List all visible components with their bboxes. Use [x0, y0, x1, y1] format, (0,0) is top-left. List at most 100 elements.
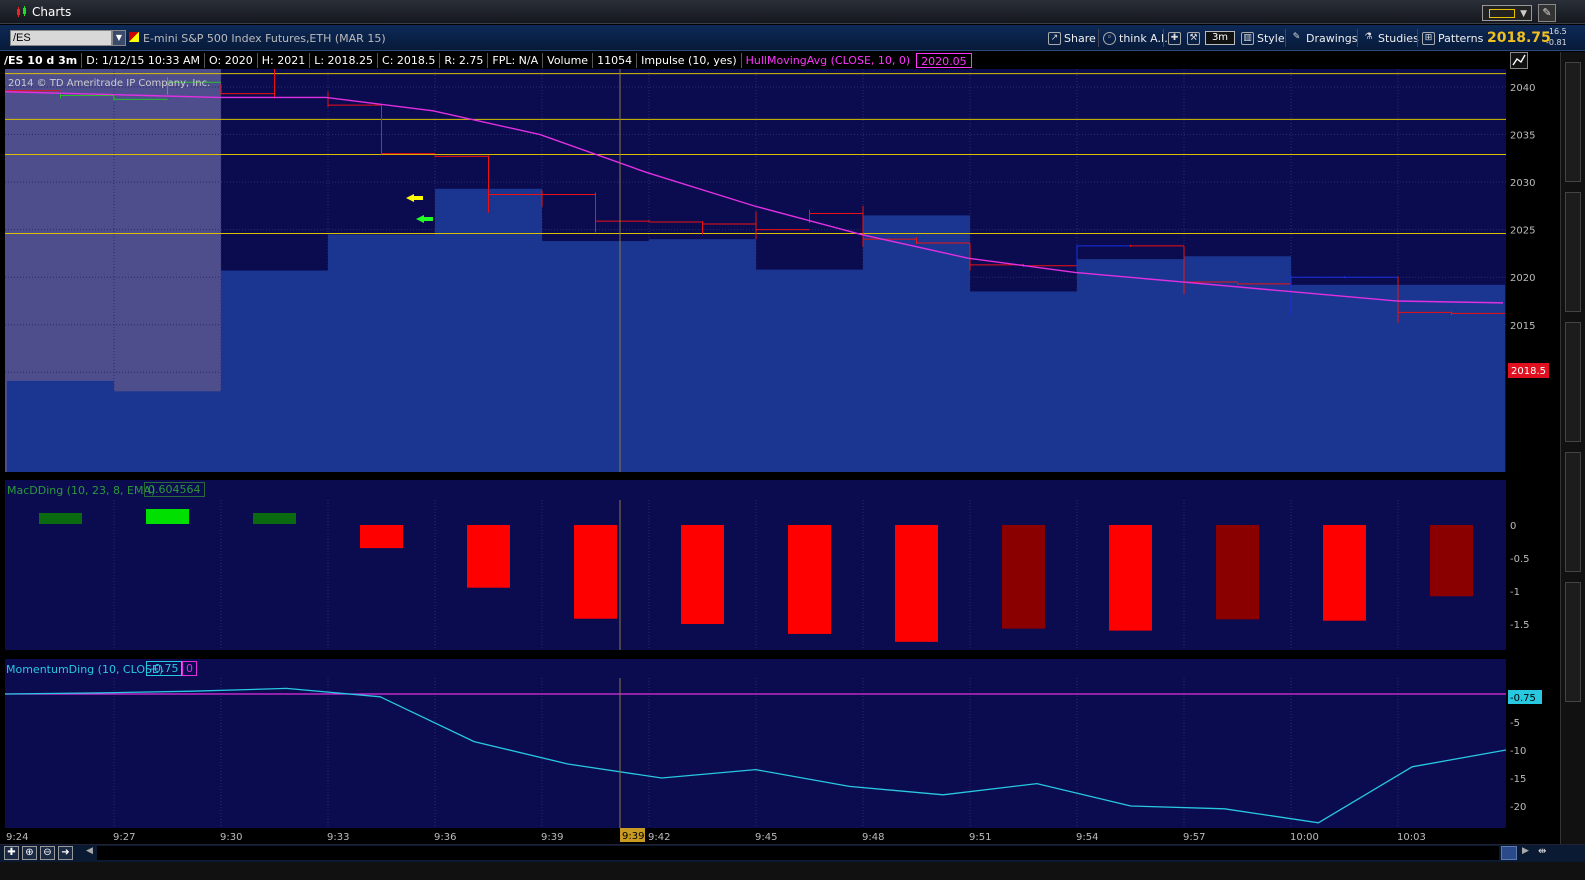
time-tick-label: 9:30: [220, 832, 242, 843]
style-label: Style: [1257, 31, 1285, 45]
charts-tab-label: Charts: [32, 5, 72, 19]
crosshair-icon: ✚: [1168, 31, 1181, 45]
status-strip: [0, 862, 1585, 880]
side-tab-5[interactable]: [1565, 582, 1581, 702]
momentum-header: MomentumDing (10, CLOSE) -0.75 0: [5, 659, 1506, 678]
macd-bar: [1109, 525, 1152, 631]
time-tick-label: 9:24: [6, 832, 28, 843]
info-symbol: /ES 10 d 3m: [0, 53, 83, 68]
style-button[interactable]: ▥ Style: [1238, 29, 1288, 47]
studies-button[interactable]: ⚗ Studies: [1359, 29, 1422, 47]
settings-button[interactable]: ⚒: [1184, 29, 1203, 47]
fit-chart-icon[interactable]: ⇹: [1538, 846, 1556, 860]
wrench-icon: ⚒: [1187, 31, 1200, 45]
macd-bar: [1430, 525, 1473, 597]
macd-bar: [360, 525, 403, 549]
momentum-tick-label: -10: [1510, 746, 1526, 757]
time-tick-label: 9:42: [648, 832, 670, 843]
info-impulse[interactable]: Impulse (10, yes): [637, 53, 742, 68]
patterns-label: Patterns: [1438, 31, 1484, 45]
time-tick-label: 9:48: [862, 832, 884, 843]
expand-icon[interactable]: ➜: [58, 846, 73, 860]
scroll-left-icon[interactable]: ◀: [86, 846, 96, 860]
style-icon: ▥: [1241, 31, 1254, 45]
volume-band-segment: [7, 380, 114, 472]
volume-band-segment: [1184, 256, 1291, 472]
color-selector[interactable]: ▼: [1482, 5, 1532, 21]
time-tick-label: 9:36: [434, 832, 456, 843]
info-date: D: 1/12/15 10:33 AM: [82, 53, 206, 68]
macd-panel[interactable]: 0 -0.5 -1 -1.5: [0, 500, 1560, 653]
magnify-icon[interactable]: ⊕: [22, 846, 37, 860]
macd-tick-label: -1: [1510, 587, 1520, 598]
zoom-out-icon[interactable]: ⊖: [40, 846, 55, 860]
info-hull[interactable]: HullMovingAvg (CLOSE, 10, 0): [742, 53, 915, 68]
volume-band-segment: [649, 239, 756, 472]
macd-tick-label: -0.5: [1510, 554, 1530, 565]
time-tick-label: 10:03: [1397, 832, 1426, 843]
info-low: L: 2018.25: [310, 53, 379, 68]
volume-band-segment: [328, 234, 435, 472]
time-tick-label: 9:27: [113, 832, 135, 843]
info-high: H: 2021: [258, 53, 311, 68]
side-tab-4[interactable]: [1565, 452, 1581, 572]
symbol-dropdown-button[interactable]: ▼: [112, 30, 126, 46]
aggregation-button[interactable]: 3m: [1205, 31, 1235, 45]
tools-button[interactable]: ✚: [1165, 29, 1184, 47]
drawings-label: Drawings: [1306, 31, 1358, 45]
drawings-button[interactable]: ✎ Drawings: [1287, 29, 1360, 47]
candlestick-icon: [16, 6, 28, 18]
current-price-marker: 2018.5: [1508, 363, 1549, 378]
patterns-button[interactable]: ⊞ Patterns: [1419, 29, 1486, 47]
scrollbar-thumb[interactable]: [1501, 846, 1517, 860]
time-tick-label: 9:51: [969, 832, 991, 843]
think-ai-button[interactable]: ◦ think A.I.: [1100, 29, 1171, 47]
macd-bar: [1216, 525, 1259, 620]
macd-bar: [1323, 525, 1366, 621]
macd-bar: [788, 525, 831, 634]
price-y-axis: 205020452040203520302025202020152010: [1506, 69, 1560, 472]
macd-header: MacDDing (10, 23, 8, EMA) 0.604564: [5, 480, 1506, 500]
copyright-text: 2014 © TD Ameritrade IP Company, Inc.: [8, 78, 210, 89]
macd-title[interactable]: MacDDing (10, 23, 8, EMA): [7, 484, 155, 497]
price-tick-label: 2015: [1510, 321, 1535, 332]
info-volume-label[interactable]: Volume: [543, 53, 594, 68]
macd-tick-label: 0: [1510, 521, 1516, 532]
volume-band-segment: [756, 269, 863, 472]
price-axis-bg: [1506, 69, 1560, 472]
time-tick-label: 9:54: [1076, 832, 1098, 843]
symbol-input[interactable]: /ES: [10, 30, 112, 46]
side-tab-1[interactable]: [1565, 62, 1581, 182]
last-price: 2018.75: [1487, 30, 1551, 46]
svg-text:2018.5: 2018.5: [1511, 366, 1546, 377]
momentum-tick-label: -5: [1510, 718, 1520, 729]
symbol-description: E-mini S&P 500 Index Futures,ETH (MAR 15…: [143, 32, 386, 45]
info-hull-value: 2020.05: [916, 53, 972, 68]
price-tick-label: 2035: [1510, 131, 1535, 142]
price-panel[interactable]: 205020452040203520302025202020152010 201…: [0, 69, 1560, 475]
volume-band-segment: [114, 391, 221, 472]
momentum-title[interactable]: MomentumDing (10, CLOSE): [6, 663, 163, 676]
chart-mode-button[interactable]: [1510, 52, 1528, 69]
info-range: R: 2.75: [440, 53, 489, 68]
symbol-flag-icon: [129, 32, 139, 42]
horizontal-scrollbar[interactable]: [97, 846, 1499, 860]
side-tab-3[interactable]: [1565, 322, 1581, 442]
charts-tab[interactable]: Charts: [10, 3, 77, 21]
zoom-in-icon[interactable]: ✚: [4, 846, 19, 860]
macd-bar: [253, 513, 296, 524]
info-fpl: FPL: N/A: [488, 53, 544, 68]
pin-icon[interactable]: ✎: [1538, 4, 1556, 22]
scroll-right-icon[interactable]: ▶: [1522, 846, 1529, 856]
momentum-current-marker: -0.75: [1508, 690, 1542, 704]
side-tab-2[interactable]: [1565, 192, 1581, 312]
share-button[interactable]: ↗ Share: [1045, 29, 1099, 47]
title-bar: [0, 0, 1585, 24]
studies-label: Studies: [1378, 31, 1419, 45]
time-cursor-label: 9:39: [620, 828, 645, 842]
volume-band-segment: [435, 188, 542, 472]
momentum-panel[interactable]: -5 -10 -15 -20 -0.75: [0, 678, 1560, 830]
macd-bar: [895, 525, 938, 642]
time-tick-label: 10:00: [1290, 832, 1319, 843]
info-volume-value: 11054: [593, 53, 638, 68]
